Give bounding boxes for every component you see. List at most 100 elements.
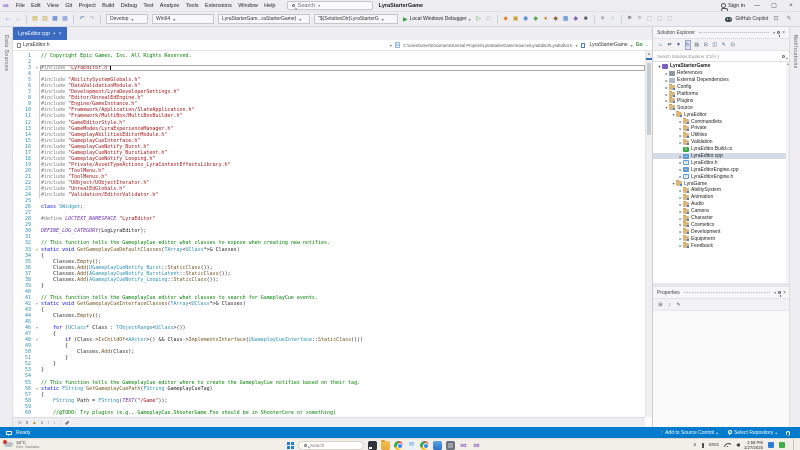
file-path[interactable]: C:\Users\User\Documents\Unreal Projects\… <box>403 43 572 48</box>
bookmark-icon[interactable]: ⚑ <box>626 15 633 23</box>
close-icon[interactable]: × <box>782 30 785 36</box>
close-button[interactable]: × <box>786 3 796 9</box>
properties-icon[interactable]: ✎ <box>721 41 727 49</box>
build-selection-icon[interactable]: ▣ <box>512 15 519 23</box>
pin-icon[interactable] <box>778 291 781 294</box>
frame1-icon[interactable]: ▢ <box>646 15 653 23</box>
run-without-debug-icon[interactable]: ▷ <box>475 15 482 23</box>
tree-item-external-dependencies[interactable]: ▸External Dependencies <box>653 77 786 84</box>
add-to-source-control-button[interactable]: ↑Add to Source Control▴ <box>661 430 718 436</box>
go-button[interactable]: Go <box>636 42 643 48</box>
database-icon[interactable]: ◆ <box>552 15 559 23</box>
maximize-button[interactable]: ▢ <box>769 2 779 9</box>
forward-icon[interactable]: → <box>15 15 22 23</box>
menu-project[interactable]: Project <box>75 3 99 9</box>
app-mail-icon[interactable] <box>407 441 416 450</box>
collapse-all-icon[interactable]: ⊟ <box>703 41 709 49</box>
solution-platform-dropdown[interactable]: Win64▾ <box>152 14 214 24</box>
data-sources-tab[interactable]: Data Sources <box>3 35 9 71</box>
feedback-icon[interactable]: ✎ <box>786 15 793 23</box>
chevron-down-icon[interactable]: ▾ <box>631 43 633 48</box>
tree-item-lyraeditorengine-cpp[interactable]: ▸++LyraEditorEngine.cpp <box>653 166 786 173</box>
menu-tools[interactable]: Tools <box>183 3 202 9</box>
document-health-indicator[interactable]: ⊘0 ▲1 ↑ ↓ | <box>13 417 645 427</box>
close-icon[interactable]: × <box>783 290 786 296</box>
chevron-down-icon[interactable]: ▾ <box>390 43 392 48</box>
tree-item-abilitysystem[interactable]: ▸AbilitySystem <box>653 187 786 194</box>
show-desktop-button[interactable] <box>793 439 794 450</box>
save-icon[interactable]: ▦ <box>52 15 59 23</box>
hot-reload-icon[interactable]: ◆ <box>502 15 509 23</box>
preview-icon[interactable]: ⊡ <box>730 41 736 49</box>
frame2-icon[interactable]: ▢ <box>656 15 663 23</box>
wrench-icon[interactable] <box>65 421 69 425</box>
minimize-button[interactable]: — <box>752 3 762 9</box>
tree-item-lyraeditorengine-h[interactable]: ▸hLyraEditorEngine.h <box>653 173 786 180</box>
undo-icon[interactable]: ↶ <box>79 15 86 23</box>
alphabetical-icon[interactable]: ↕ <box>667 301 673 309</box>
menu-build[interactable]: Build <box>99 3 118 9</box>
tree-item-lyraeditor-build-cs[interactable]: CLyraEditor.Build.cs <box>653 146 786 153</box>
scrollbar-thumb[interactable] <box>647 63 651 135</box>
tree-item-development[interactable]: ▸Development <box>653 228 786 235</box>
menu-help[interactable]: Help <box>261 3 279 9</box>
stop-icon[interactable]: □ <box>485 15 492 23</box>
tree-item-equipment[interactable]: ▸Equipment <box>653 235 786 242</box>
grid-icon[interactable]: ▦ <box>562 15 569 23</box>
frame3-icon[interactable]: ▢ <box>666 15 673 23</box>
menu-view[interactable]: View <box>44 3 62 9</box>
clock[interactable]: 1:58 PM 1/27/2025 <box>744 440 763 450</box>
tray-app-green-icon[interactable] <box>779 442 785 448</box>
select-repository-button[interactable]: Select Repository▴ <box>727 430 777 436</box>
start-button[interactable] <box>287 442 294 449</box>
startup-project-dropdown[interactable]: LyraStarterGam...raStarterGame)▾ <box>218 14 310 24</box>
app-terminal-icon[interactable] <box>368 441 377 450</box>
tree-item-lyrastartergame[interactable]: ▾LyraStarterGame <box>653 63 786 70</box>
menu-analyze[interactable]: Analyze <box>157 3 183 9</box>
app-media-icon[interactable] <box>433 441 442 450</box>
tree-item-platforms[interactable]: ▸Platforms <box>653 91 786 98</box>
menu-window[interactable]: Window <box>235 3 261 9</box>
menu-edit[interactable]: Edit <box>28 3 44 9</box>
solution-configuration-dropdown[interactable]: Develop▾ <box>106 14 148 24</box>
tab-lyraeditor-cpp[interactable]: LyraEditor.cpp + × <box>13 27 67 40</box>
start-debugging-button[interactable]: ▶ Local Windows Debugger ▾ <box>403 16 471 23</box>
project-context-dropdown[interactable]: LyraStarterGame <box>590 42 628 48</box>
pin-icon[interactable] <box>777 31 780 34</box>
sign-in-button[interactable]: Sign in <box>721 3 745 9</box>
open-file-icon[interactable]: ▥ <box>42 15 49 23</box>
tray-overflow-icon[interactable]: ∧ <box>693 442 697 448</box>
tree-item-lyraeditor-h[interactable]: ▸hLyraEditor.h <box>653 159 786 166</box>
debug-arguments-dropdown[interactable]: "$(SolutionDir)LyraStarterG▾ <box>314 14 398 24</box>
tree-item-feedback[interactable]: ▸Feedback <box>653 242 786 249</box>
app-chrome-icon[interactable] <box>394 441 403 450</box>
save-all-icon[interactable]: ▦ <box>62 15 69 23</box>
title-search-box[interactable]: Search ▾ <box>287 1 373 10</box>
weather-widget[interactable]: 16°C Gen. Nublado <box>0 440 70 450</box>
tree-item-source[interactable]: ▾Source <box>653 104 786 111</box>
chevron-down-icon[interactable]: ▾ <box>576 43 578 48</box>
navigate-down-icon[interactable]: ▼ <box>599 15 606 23</box>
notifications-bell-icon[interactable] <box>786 431 790 435</box>
wifi-icon[interactable] <box>724 442 731 447</box>
test-explorer-icon[interactable]: ◆ <box>532 15 539 23</box>
tree-item-validation[interactable]: ▸Validation <box>653 139 786 146</box>
github-copilot-button[interactable]: GitHub Copilot ⊡ ✎ <box>725 15 800 23</box>
notifications-tab[interactable]: Notifications <box>792 35 798 69</box>
code-editor[interactable]: 1// Copyright Epic Games, Inc. All Right… <box>13 51 645 417</box>
sync-icon[interactable]: ↑ <box>609 15 616 23</box>
refresh-icon[interactable]: ▤ <box>694 41 700 49</box>
extensions-icon[interactable]: ◆ <box>572 15 579 23</box>
show-all-files-icon[interactable]: ◫ <box>712 41 718 49</box>
app-file-explorer-icon[interactable] <box>381 441 390 450</box>
tree-item-config[interactable]: ▸Config <box>653 84 786 91</box>
tree-item-lyraeditor-cpp[interactable]: ▸++LyraEditor.cpp <box>653 153 786 160</box>
feedback-icon[interactable] <box>6 431 12 435</box>
solution-explorer-search[interactable]: Search Solution Explorer (Ctrl+;) <box>653 51 789 62</box>
next-issue-icon[interactable]: ↓ <box>54 420 56 425</box>
switch-views-icon[interactable]: ⇄ <box>667 41 673 49</box>
app-visual-studio-icon[interactable] <box>459 441 468 450</box>
redo-icon[interactable]: ↷ <box>89 15 96 23</box>
prev-issue-icon[interactable]: ↑ <box>47 420 49 425</box>
tree-item-lyragame[interactable]: ▾LyraGame <box>653 180 786 187</box>
